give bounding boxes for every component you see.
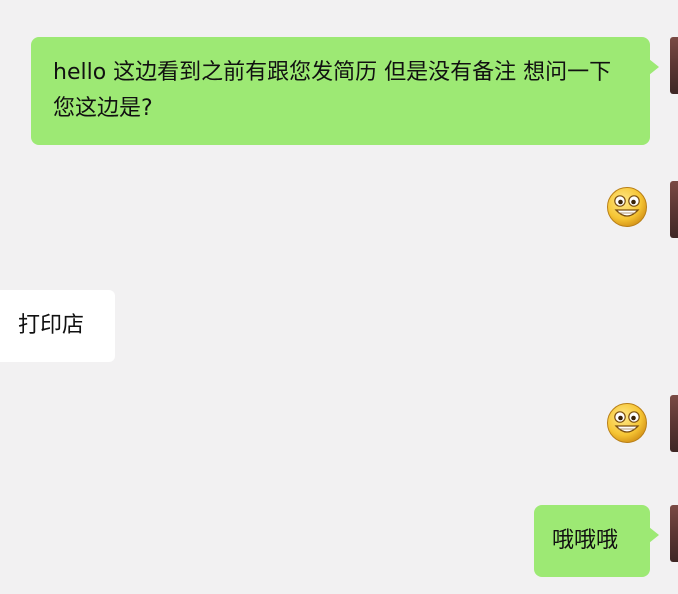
message-text: hello 这边看到之前有跟您发简历 但是没有备注 想问一下您这边是? bbox=[53, 60, 612, 121]
avatar[interactable] bbox=[670, 505, 678, 562]
message-text: 打印店 bbox=[18, 313, 85, 338]
avatar[interactable] bbox=[670, 395, 678, 452]
grinning-emoji-icon[interactable] bbox=[606, 186, 648, 228]
avatar[interactable] bbox=[670, 37, 678, 94]
received-message-bubble[interactable]: 打印店 bbox=[0, 290, 115, 362]
chat-area: hello 这边看到之前有跟您发简历 但是没有备注 想问一下您这边是? 打印店 bbox=[0, 0, 678, 594]
sent-message-bubble[interactable]: hello 这边看到之前有跟您发简历 但是没有备注 想问一下您这边是? bbox=[31, 37, 659, 145]
sent-message-bubble[interactable]: 哦哦哦 bbox=[534, 505, 659, 577]
grinning-emoji-icon[interactable] bbox=[606, 402, 648, 444]
avatar[interactable] bbox=[670, 181, 678, 238]
message-text: 哦哦哦 bbox=[552, 528, 619, 553]
